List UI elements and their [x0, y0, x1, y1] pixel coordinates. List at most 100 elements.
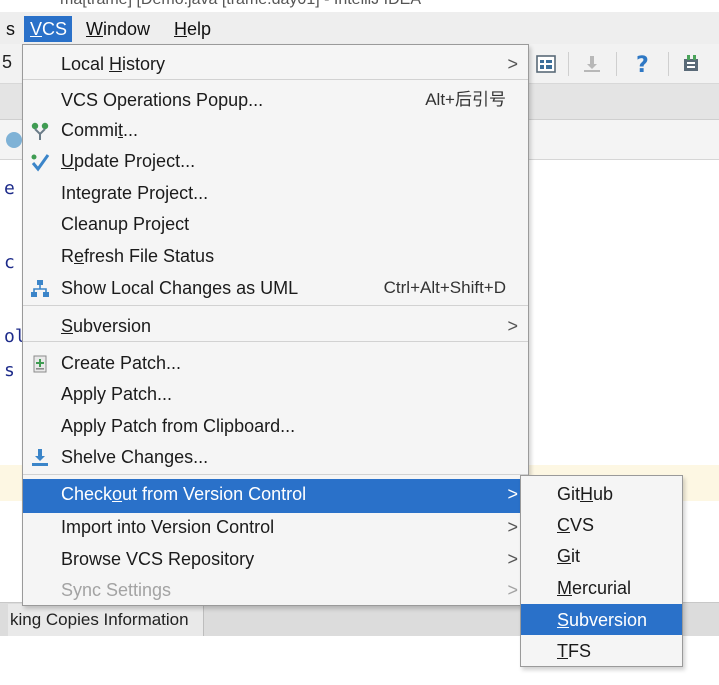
- label-mnemonic: e: [74, 246, 85, 266]
- submenu-item-git[interactable]: Git: [521, 540, 682, 571]
- window-title: ma[trame] [Demo.java [trame.day01] - Int…: [60, 0, 421, 9]
- menu-item-label: Import into Version Control: [61, 515, 274, 539]
- class-icon: [6, 132, 22, 148]
- menu-item-local-history[interactable]: Local History >: [23, 49, 528, 79]
- plugin-icon[interactable]: [678, 50, 706, 78]
- submenu-item-github[interactable]: GitHub: [521, 478, 682, 509]
- menu-item-label: Local History: [61, 52, 165, 76]
- menu-item-label: Subversion: [557, 608, 647, 632]
- menu-item-shelve-changes[interactable]: Shelve Changes...: [23, 442, 528, 472]
- menu-item-label: Shelve Changes...: [61, 445, 208, 469]
- project-structure-icon[interactable]: [532, 50, 560, 78]
- menu-window-mnemonic: W: [86, 19, 103, 39]
- menu-item-create-patch[interactable]: Create Patch...: [23, 348, 528, 378]
- menu-item-label: CVS: [557, 513, 594, 537]
- menu-help-mnemonic: H: [174, 19, 187, 39]
- menu-item-label: Apply Patch...: [61, 382, 172, 406]
- help-icon[interactable]: ?: [628, 50, 656, 78]
- menu-item-apply-patch[interactable]: Apply Patch...: [23, 379, 528, 409]
- svg-text:?: ?: [636, 53, 649, 76]
- working-copies-tab[interactable]: king Copies Information: [8, 604, 204, 636]
- menu-item-cleanup-project[interactable]: Cleanup Project: [23, 209, 528, 239]
- toolbar-left-edge: 5: [2, 52, 13, 72]
- menu-item-label: Commit...: [61, 118, 138, 142]
- menu-item-show-local-changes-as-uml[interactable]: Show Local Changes as UML Ctrl+Alt+Shift+…: [23, 273, 528, 303]
- menu-item-refresh-file-status[interactable]: Refresh File Status: [23, 241, 528, 271]
- menu-item-label: Update Project...: [61, 149, 195, 173]
- menu-window[interactable]: Window: [80, 16, 156, 42]
- label-text: rate Project...: [101, 183, 209, 203]
- label-text: Local: [61, 54, 110, 74]
- menu-window-label: indow: [103, 19, 151, 39]
- menu-vcs[interactable]: VCS: [24, 16, 72, 42]
- menu-item-label: Subversion: [61, 314, 151, 338]
- menu-vcs-label: CS: [42, 19, 68, 39]
- menu-item-label: Cleanup Project: [61, 212, 189, 236]
- menu-item-browse-vcs-repository[interactable]: Browse VCS Repository >: [23, 544, 528, 574]
- label-text: Browse VCS Repository: [61, 549, 255, 569]
- menu-separator: [23, 79, 528, 80]
- label-text: pdate Project...: [74, 151, 196, 171]
- label-mnemonic: H: [109, 54, 123, 74]
- label-mnemonic: M: [557, 578, 572, 598]
- submenu-item-cvs[interactable]: CVS: [521, 509, 682, 540]
- menu-item-subversion[interactable]: Subversion >: [23, 311, 528, 341]
- menu-item-commit[interactable]: Commit...: [23, 115, 528, 145]
- label-text: FS: [568, 641, 592, 661]
- menu-item-apply-patch-from-clipboard[interactable]: Apply Patch from Clipboard...: [23, 411, 528, 441]
- label-text: Apply Patch...: [61, 384, 173, 404]
- label-text: Check: [61, 484, 113, 504]
- label-mnemonic: H: [580, 484, 594, 504]
- label-text: ...: [123, 120, 139, 140]
- menu-bar-left-edge: s: [6, 19, 15, 39]
- shelve-icon: [29, 447, 51, 469]
- label-text: VS: [570, 515, 595, 535]
- label-text: Sync Settings: [61, 580, 172, 600]
- menu-bar: s VCS Window Help: [0, 12, 719, 44]
- code-fragment: s: [4, 360, 15, 381]
- window-title-bar: ma[trame] [Demo.java [trame.day01] - Int…: [0, 0, 719, 10]
- label-mnemonic: S: [557, 610, 570, 630]
- menu-vcs-mnemonic: V: [30, 19, 43, 39]
- submenu-item-subversion[interactable]: Subversion: [521, 604, 682, 635]
- label-text: Git: [557, 484, 581, 504]
- create-patch-icon: [29, 353, 51, 375]
- menu-item-label: TFS: [557, 639, 591, 663]
- menu-item-label: Apply Patch from Clipboard...: [61, 414, 295, 438]
- menu-item-label: Mercurial: [557, 576, 631, 600]
- update-project-icon: [29, 151, 51, 173]
- submenu-item-tfs[interactable]: TFS: [521, 635, 682, 666]
- chevron-right-icon: >: [507, 316, 518, 336]
- chevron-right-icon: >: [507, 517, 518, 537]
- menu-item-shortcut: Ctrl+Alt+Shift+D: [383, 278, 506, 297]
- submenu-item-mercurial[interactable]: Mercurial: [521, 572, 682, 603]
- download-icon[interactable]: [578, 50, 606, 78]
- menu-item-update-project[interactable]: Update Project...: [23, 146, 528, 176]
- chevron-right-icon: >: [507, 580, 518, 600]
- menu-help[interactable]: Help: [168, 16, 217, 42]
- label-text: Commi: [61, 120, 118, 140]
- code-fragment: c: [4, 252, 15, 273]
- menu-item-label: Checkout from Version Control: [61, 482, 306, 506]
- checkout-submenu: GitHub CVS Git Mercurial Subversion TFS: [520, 475, 683, 667]
- menu-separator: [23, 341, 528, 342]
- menu-item-shortcut: Alt+后引号: [425, 90, 506, 109]
- uml-diagram-icon: [29, 278, 51, 300]
- menu-item-label: Show Local Changes as UML: [61, 276, 298, 300]
- menu-item-import-into-version-control[interactable]: Import into Version Control >: [23, 512, 528, 542]
- menu-item-label: Sync Settings: [61, 578, 171, 602]
- menu-item-integrate-project[interactable]: Integrate Project...: [23, 178, 528, 208]
- menu-item-checkout-from-version-control[interactable]: Checkout from Version Control >: [23, 479, 528, 513]
- label-text: ercurial: [572, 578, 632, 598]
- label-mnemonic: U: [61, 151, 74, 171]
- label-mnemonic: g: [91, 183, 102, 203]
- menu-item-label: Git: [557, 544, 580, 568]
- commit-icon: [29, 120, 51, 142]
- label-text: VCS Operations Popup...: [61, 90, 264, 110]
- menu-item-vcs-operations-popup[interactable]: VCS Operations Popup... Alt+后引号: [23, 85, 528, 115]
- chevron-right-icon: >: [507, 54, 518, 74]
- label-text: Shelve Changes...: [61, 447, 209, 467]
- menu-item-label: GitHub: [557, 482, 613, 506]
- label-text: Import into Version Control: [61, 517, 275, 537]
- label-mnemonic: C: [557, 515, 570, 535]
